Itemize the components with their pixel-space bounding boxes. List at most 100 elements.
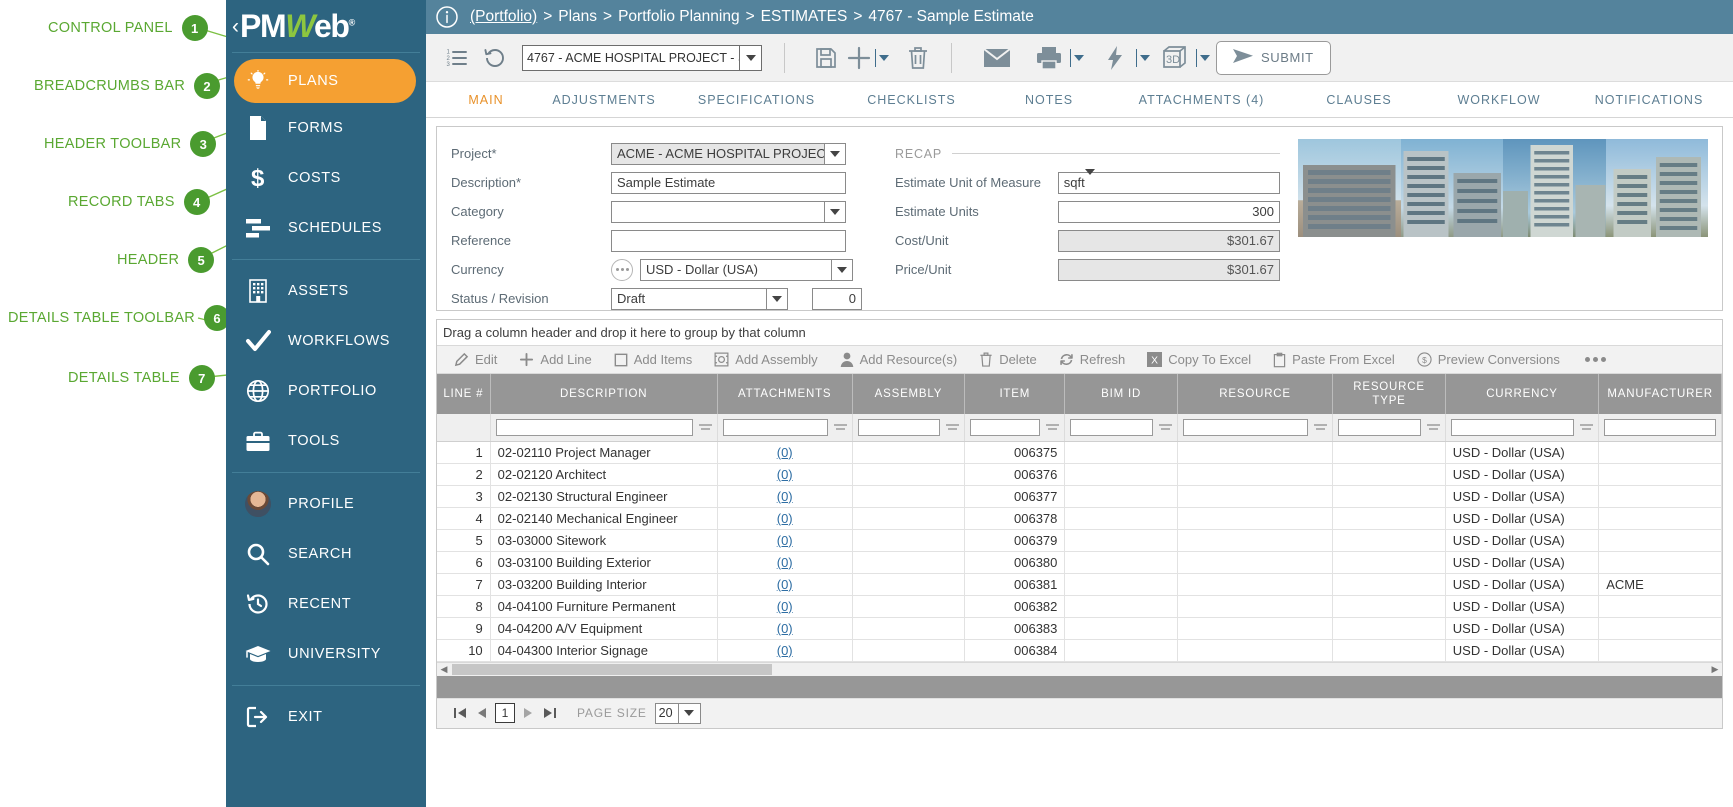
attachment-count-link[interactable]: (0) [777, 599, 793, 614]
page-size-dropdown-icon[interactable] [679, 703, 701, 724]
estimate-uom-select[interactable]: sqft [1058, 172, 1280, 194]
cell-item[interactable]: 006377 [965, 485, 1065, 507]
cell-item[interactable]: 006376 [965, 463, 1065, 485]
save-icon[interactable] [807, 39, 845, 77]
cell-assembly[interactable] [852, 617, 964, 639]
sidebar-item-tools[interactable]: TOOLS [226, 416, 426, 466]
chevron-down-icon[interactable] [824, 201, 846, 223]
cell-line[interactable]: 2 [437, 463, 490, 485]
filter-description[interactable] [490, 414, 717, 441]
cell-description[interactable]: 03-03000 Sitework [490, 529, 717, 551]
cell-item[interactable]: 006378 [965, 507, 1065, 529]
scroll-left-arrow-icon[interactable]: ◀ [437, 662, 451, 676]
col-resource-type[interactable]: RESOURCE TYPE [1333, 374, 1445, 414]
cell-item[interactable]: 006384 [965, 639, 1065, 661]
tab-main[interactable]: MAIN [438, 82, 534, 118]
cell-attachments[interactable]: (0) [717, 507, 852, 529]
sidebar-item-exit[interactable]: EXIT [226, 692, 426, 742]
description-input[interactable]: Sample Estimate [611, 172, 846, 194]
cell-manufacturer[interactable] [1599, 463, 1722, 485]
group-by-drop-area[interactable]: Drag a column header and drop it here to… [437, 320, 1722, 346]
filter-icon[interactable] [946, 424, 959, 430]
project-select[interactable]: ACME - ACME HOSPITAL PROJECT [611, 143, 846, 165]
tab-clauses[interactable]: CLAUSES [1289, 82, 1429, 118]
tab-specifications[interactable]: SPECIFICATIONS [674, 82, 839, 118]
sidebar-item-schedules[interactable]: SCHEDULES [226, 203, 426, 253]
filter-input[interactable] [1183, 419, 1308, 436]
add-dropdown[interactable] [875, 49, 889, 67]
reference-input[interactable] [611, 230, 846, 252]
collapse-chevron-icon[interactable]: ‹ [232, 16, 239, 37]
cell-manufacturer[interactable] [1599, 529, 1722, 551]
filter-input[interactable] [1338, 419, 1420, 436]
attachment-count-link[interactable]: (0) [777, 467, 793, 482]
filter-currency[interactable] [1445, 414, 1598, 441]
col-description[interactable]: DESCRIPTION [490, 374, 717, 414]
cell-bim-id[interactable] [1065, 463, 1177, 485]
cell-attachments[interactable]: (0) [717, 441, 852, 463]
sidebar-item-plans[interactable]: PLANS [234, 59, 416, 103]
filter-manufacturer[interactable] [1599, 414, 1722, 441]
preview-conversions-button[interactable]: $ Preview Conversions [1406, 346, 1571, 374]
cell-resource-type[interactable] [1333, 551, 1445, 573]
cell-manufacturer[interactable] [1599, 551, 1722, 573]
cell-currency[interactable]: USD - Dollar (USA) [1445, 617, 1598, 639]
cell-item[interactable]: 006375 [965, 441, 1065, 463]
currency-lookup-button[interactable] [611, 259, 633, 281]
lightning-icon[interactable] [1096, 39, 1134, 77]
cell-currency[interactable]: USD - Dollar (USA) [1445, 507, 1598, 529]
cell-line[interactable]: 10 [437, 639, 490, 661]
record-select[interactable]: 4767 - ACME HOSPITAL PROJECT - S [522, 45, 762, 71]
cell-attachments[interactable]: (0) [717, 617, 852, 639]
filter-input[interactable] [1070, 419, 1152, 436]
tab-workflow[interactable]: WORKFLOW [1429, 82, 1569, 118]
cell-line[interactable]: 1 [437, 441, 490, 463]
sidebar-item-recent[interactable]: RECENT [226, 579, 426, 629]
envelope-icon[interactable] [978, 39, 1016, 77]
attachment-count-link[interactable]: (0) [777, 621, 793, 636]
filter-icon[interactable] [1159, 424, 1172, 430]
tab-checklists[interactable]: CHECKLISTS [839, 82, 984, 118]
cell-item[interactable]: 006382 [965, 595, 1065, 617]
cell-currency[interactable]: USD - Dollar (USA) [1445, 595, 1598, 617]
filter-input[interactable] [970, 419, 1040, 436]
cell-line[interactable]: 9 [437, 617, 490, 639]
cell-bim-id[interactable] [1065, 551, 1177, 573]
filter-icon[interactable] [699, 424, 712, 430]
cell-assembly[interactable] [852, 639, 964, 661]
cell-description[interactable]: 04-04300 Interior Signage [490, 639, 717, 661]
cell-resource-type[interactable] [1333, 639, 1445, 661]
table-row[interactable]: 102-02110 Project Manager(0)006375USD - … [437, 441, 1722, 463]
cell-description[interactable]: 02-02140 Mechanical Engineer [490, 507, 717, 529]
cell-description[interactable]: 04-04200 A/V Equipment [490, 617, 717, 639]
page-number-input[interactable]: 1 [495, 703, 515, 723]
chevron-down-icon[interactable] [766, 288, 788, 310]
filter-resource-type[interactable] [1333, 414, 1445, 441]
table-row[interactable]: 402-02140 Mechanical Engineer(0)006378US… [437, 507, 1722, 529]
estimate-units-input[interactable]: 300 [1058, 201, 1280, 223]
cell-manufacturer[interactable] [1599, 441, 1722, 463]
cell-attachments[interactable]: (0) [717, 639, 852, 661]
cell-bim-id[interactable] [1065, 573, 1177, 595]
col-assembly[interactable]: ASSEMBLY [852, 374, 964, 414]
scrollbar-thumb[interactable] [452, 664, 772, 675]
cell-line[interactable]: 3 [437, 485, 490, 507]
chevron-down-icon[interactable] [739, 46, 761, 70]
breadcrumb-item-portfolio[interactable]: (Portfolio) [470, 8, 537, 26]
filter-input[interactable] [858, 419, 940, 436]
scroll-right-arrow-icon[interactable]: ▶ [1708, 662, 1722, 676]
cell-description[interactable]: 04-04100 Furniture Permanent [490, 595, 717, 617]
cell-resource-type[interactable] [1333, 595, 1445, 617]
horizontal-scrollbar[interactable]: ◀ ▶ [437, 662, 1722, 676]
tab-attachments[interactable]: ATTACHMENTS (4) [1114, 82, 1289, 118]
cell-currency[interactable]: USD - Dollar (USA) [1445, 441, 1598, 463]
cell-assembly[interactable] [852, 463, 964, 485]
filter-icon[interactable] [1046, 424, 1059, 430]
table-row[interactable]: 503-03000 Sitework(0)006379USD - Dollar … [437, 529, 1722, 551]
cell-resource-type[interactable] [1333, 463, 1445, 485]
filter-attachments[interactable] [717, 414, 852, 441]
col-resource[interactable]: RESOURCE [1177, 374, 1332, 414]
cell-bim-id[interactable] [1065, 441, 1177, 463]
edit-button[interactable]: Edit [443, 346, 508, 374]
chevron-down-icon[interactable] [824, 143, 846, 165]
